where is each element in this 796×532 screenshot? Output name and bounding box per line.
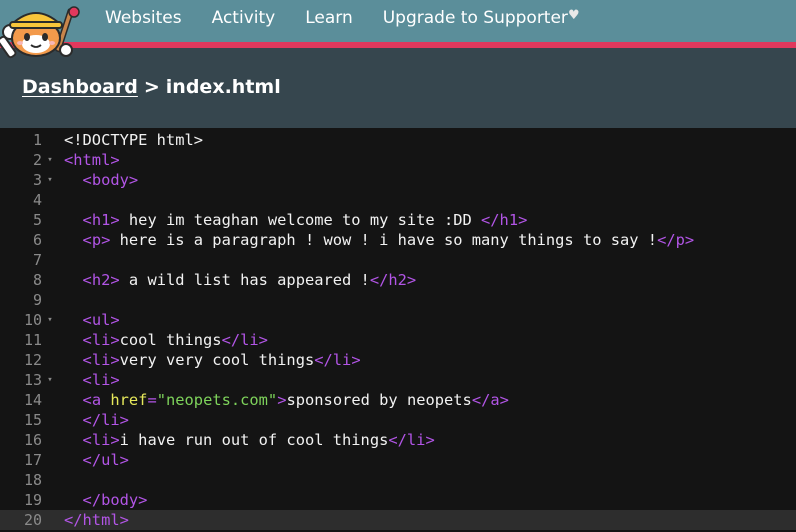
line-number: 14 (23, 391, 42, 409)
line-number: 7 (32, 251, 42, 269)
nav-link-activity[interactable]: Activity (212, 7, 276, 29)
fold-arrow-icon[interactable]: ▾ (44, 170, 56, 190)
line-number: 20 (23, 511, 42, 529)
editor-line[interactable]: 3 ▾ <body> (0, 170, 796, 190)
editor-line[interactable]: 18 (0, 470, 796, 490)
heart-icon: ♥ (567, 8, 580, 23)
line-number: 13 (23, 371, 42, 389)
line-number: 8 (32, 271, 42, 289)
editor-line[interactable]: 4 (0, 190, 796, 210)
code-text: <p> here is a paragraph ! wow ! i have s… (82, 231, 695, 249)
code-text: </ul> (82, 451, 129, 469)
editor-line[interactable]: 2 ▾ <html> (0, 150, 796, 170)
editor-line[interactable]: 11 <li>cool things</li> (0, 330, 796, 350)
fold-arrow-icon[interactable]: ▾ (44, 310, 56, 330)
editor-line[interactable]: 10 ▾ <ul> (0, 310, 796, 330)
editor-line[interactable]: 5 <h1> hey im teaghan welcome to my site… (0, 210, 796, 230)
code-editor[interactable]: 1 <!DOCTYPE html> 2 ▾ <html> 3 ▾ <body> 4 5 <h1>… (0, 128, 796, 532)
code-text: <li>very very cool things</li> (82, 351, 361, 369)
code-text: </html> (64, 511, 129, 529)
nav-link-upgrade[interactable]: Upgrade to Supporter♥ (383, 7, 580, 29)
code-text: <!DOCTYPE html> (64, 131, 203, 149)
editor-line[interactable]: 12 <li>very very cool things</li> (0, 350, 796, 370)
editor-line[interactable]: 9 (0, 290, 796, 310)
line-number: 10 (23, 311, 42, 329)
nav-link-websites[interactable]: Websites (105, 7, 182, 29)
line-number: 5 (32, 211, 42, 229)
fold-arrow-icon[interactable]: ▾ (44, 370, 56, 390)
code-text: <li>cool things</li> (82, 331, 268, 349)
editor-line[interactable]: 17 </ul> (0, 450, 796, 470)
line-number: 19 (23, 491, 42, 509)
code-text: </body> (82, 491, 148, 509)
line-number: 2 (32, 151, 42, 169)
editor-line[interactable]: 7 (0, 250, 796, 270)
code-text: <a href="neopets.com">sponsored by neope… (82, 391, 509, 409)
line-number: 3 (32, 171, 42, 189)
code-text: <li> (82, 371, 120, 389)
line-number: 16 (23, 431, 42, 449)
editor-line[interactable]: 15 </li> (0, 410, 796, 430)
line-number: 1 (32, 131, 42, 149)
editor-line[interactable]: 8 <h2> a wild list has appeared !</h2> (0, 270, 796, 290)
code-text: <ul> (82, 311, 120, 329)
editor-line[interactable]: 14 <a href="neopets.com">sponsored by ne… (0, 390, 796, 410)
site-logo-icon[interactable] (0, 0, 86, 66)
line-number: 4 (32, 191, 42, 209)
line-number: 17 (23, 451, 42, 469)
code-text: <h1> hey im teaghan welcome to my site :… (82, 211, 528, 229)
code-text: <html> (64, 151, 120, 169)
editor-line[interactable]: 19 </body> (0, 490, 796, 510)
line-number: 6 (32, 231, 42, 249)
code-text: <li>i have run out of cool things</li> (82, 431, 435, 449)
editor-line[interactable]: 1 <!DOCTYPE html> (0, 130, 796, 150)
page-header: Dashboard > index.html (0, 48, 796, 128)
main-nav: Websites Activity Learn Upgrade to Suppo… (105, 7, 580, 29)
code-text: </li> (82, 411, 129, 429)
editor-line[interactable]: 13 ▾ <li> (0, 370, 796, 390)
editor-line[interactable]: 6 <p> here is a paragraph ! wow ! i have… (0, 230, 796, 250)
breadcrumb: Dashboard > index.html (22, 76, 281, 98)
nav-link-upgrade-label: Upgrade to Supporter (382, 8, 568, 28)
line-number: 11 (23, 331, 42, 349)
editor-line[interactable]: 20 </html> (0, 510, 796, 530)
breadcrumb-separator: > (143, 76, 160, 98)
line-number: 12 (23, 351, 42, 369)
code-text: <h2> a wild list has appeared !</h2> (82, 271, 417, 289)
line-number: 18 (23, 471, 42, 489)
line-number: 9 (32, 291, 42, 309)
fold-arrow-icon[interactable]: ▾ (44, 150, 56, 170)
breadcrumb-dashboard-link[interactable]: Dashboard (22, 76, 138, 98)
line-number: 15 (23, 411, 42, 429)
code-text: <body> (82, 171, 139, 189)
nav-link-learn[interactable]: Learn (305, 7, 353, 29)
breadcrumb-current-file: index.html (165, 76, 281, 98)
editor-line[interactable]: 16 <li>i have run out of cool things</li… (0, 430, 796, 450)
